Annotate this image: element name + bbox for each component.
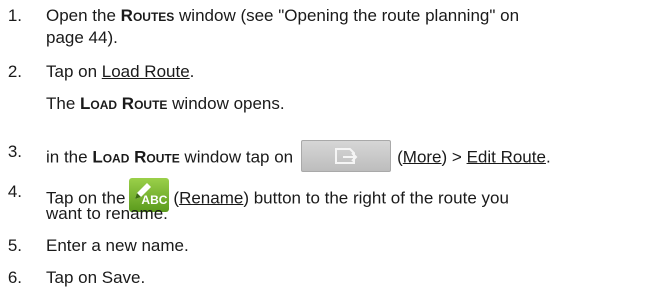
step-text: Open the (46, 6, 121, 25)
step-text: ) > (441, 147, 467, 167)
instruction-page: 1. Open the Routes window (see "Opening … (0, 0, 650, 304)
step-number: 3. (7, 142, 22, 161)
step-text: window opens. (167, 94, 285, 113)
step-text: Tap on Save. (46, 268, 146, 287)
step-text: Enter a new name. (46, 236, 189, 255)
window-name: Load Route (92, 147, 180, 167)
step-text: The (46, 94, 81, 113)
window-name: Routes (120, 6, 175, 25)
step-number: 1. (7, 6, 22, 25)
window-name: Load Route (80, 94, 168, 113)
load-route-link[interactable]: Load Route (102, 62, 190, 81)
step-text: in the (46, 147, 93, 167)
step-text-continued: page 44). (46, 28, 118, 47)
step-number: 6. (7, 268, 22, 287)
more-button[interactable] (301, 140, 392, 172)
step-text: window (see "Opening the route planning"… (174, 6, 520, 25)
step-text: . (545, 147, 551, 167)
edit-route-link[interactable]: Edit Route (467, 147, 546, 166)
step-number: 4. (7, 182, 22, 201)
step-number: 5. (7, 236, 22, 255)
step-text-continued: want to rename. (46, 204, 168, 223)
step-text: . (189, 62, 195, 81)
step-text: window tap on (179, 147, 294, 167)
more-icon (335, 148, 358, 164)
more-link[interactable]: More (403, 147, 442, 166)
step-number: 2. (7, 62, 22, 81)
step-text: Tap on (46, 62, 102, 81)
